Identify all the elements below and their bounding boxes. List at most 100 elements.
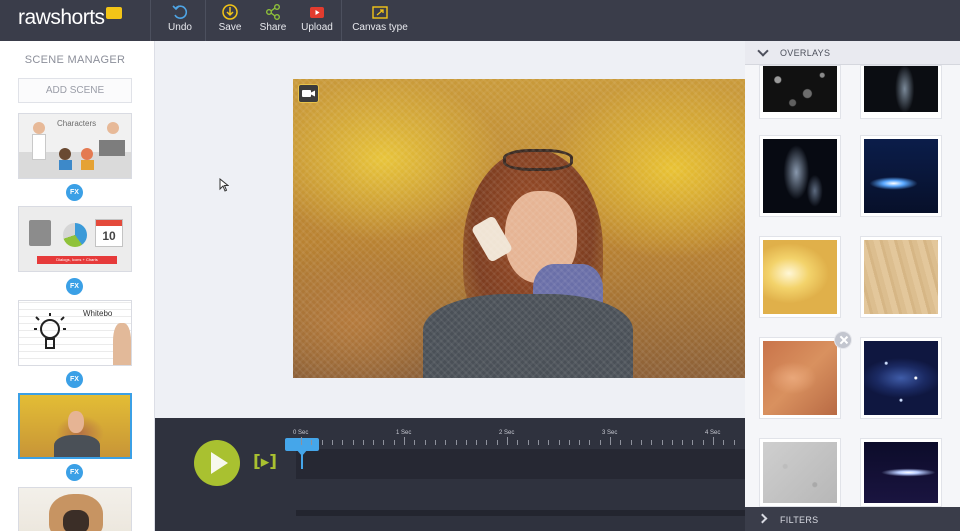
scene-thumbnail-5[interactable] [18,487,132,531]
time-tick [568,440,570,445]
scene-canvas[interactable] [293,79,745,378]
overlay-tile-bokeh-dark[interactable] [759,65,841,119]
overlay-tile-lens-flare-blue[interactable] [860,135,942,217]
time-tick [548,440,550,445]
video-camera-glyph [302,90,315,97]
overlays-title: OVERLAYS [780,48,831,58]
character-head-icon [59,148,71,160]
thumb-face [68,411,84,433]
time-tick [486,440,488,445]
time-tick [630,440,632,445]
toolbar-divider [205,0,206,41]
scene-manager-panel: SCENE MANAGER ADD SCENE Characters FX 10… [0,41,155,531]
video-camera-icon[interactable] [298,84,319,103]
time-tick [352,440,354,445]
scene-thumb-text: Whitebo [83,309,113,318]
time-tick [434,440,436,445]
timeline-scrollbar[interactable] [296,510,745,516]
time-tick [496,440,498,445]
time-tick [692,440,694,445]
time-tick [610,437,611,445]
fx-button[interactable]: FX [66,278,83,295]
youtube-icon [310,7,324,18]
overlay-tile-light-leak-yellow[interactable] [759,236,841,318]
overlay-preview [864,66,938,112]
time-tick [651,440,653,445]
thumb-body [54,435,100,457]
time-label: 2 Sec [499,430,515,436]
document-icon [29,220,51,246]
overlay-preview [763,442,837,503]
time-tick [362,440,364,445]
canvas-type-button[interactable]: Canvas type [350,3,410,39]
fx-button[interactable]: FX [66,371,83,388]
save-button[interactable]: Save [214,3,246,39]
filters-header[interactable]: FILTERS [745,507,960,531]
undo-button[interactable]: Undo [163,3,197,39]
remove-overlay-icon[interactable] [834,331,852,349]
time-tick [373,440,375,445]
time-tick [558,440,560,445]
fx-button[interactable]: FX [66,184,83,201]
chevron-down-icon [757,45,769,57]
top-toolbar: rawshorts Undo Save Share Upload Canvas … [0,0,960,41]
add-scene-button[interactable]: ADD SCENE [18,78,132,103]
timeline-track[interactable] [296,449,745,479]
time-tick [383,440,385,445]
time-tick [445,440,447,445]
scene-manager-title: SCENE MANAGER [24,54,126,66]
overlay-tile-concrete-texture[interactable] [759,438,841,507]
time-tick [661,440,663,445]
undo-label: Undo [168,22,192,33]
time-tick [599,440,601,445]
canvas-area[interactable] [155,41,745,418]
time-tick [311,440,313,445]
time-tick [404,437,405,445]
character-body-icon [81,160,94,170]
save-label: Save [218,22,242,33]
scene-thumbnail-1[interactable]: Characters [18,113,132,179]
overlay-preview [763,240,837,314]
lightbulb-icon [34,313,66,349]
time-tick [393,440,395,445]
overlay-tile-smoke-blue[interactable] [759,135,841,217]
logo-text: rawshorts [18,6,105,29]
play-button[interactable] [194,440,240,486]
share-icon [266,4,280,20]
time-tick [321,440,323,445]
toolbar-divider [150,0,151,41]
overlay-preview [763,139,837,213]
time-tick [476,440,478,445]
time-tick [682,440,684,445]
overlays-header[interactable]: OVERLAYS [745,41,960,65]
scene-thumbnail-4[interactable] [18,393,132,459]
overlay-tile-galaxy-stars[interactable] [860,337,942,419]
time-tick [537,440,539,445]
share-button[interactable]: Share [256,3,290,39]
fx-button[interactable]: FX [66,464,83,481]
scene-thumbnail-2[interactable]: 10 Dialogs, Icons + Charts [18,206,132,272]
calendar-day: 10 [102,229,116,243]
time-tick [465,440,467,445]
overlay-tile-wood-texture[interactable] [860,236,942,318]
time-label: 3 Sec [602,430,618,436]
time-tick [589,440,591,445]
scene-thumbnail-3[interactable]: Whitebo [18,300,132,366]
overlay-tile-rust-texture[interactable] [759,337,841,419]
next-scene-icon[interactable]: [▸] [253,452,277,472]
undo-icon [172,5,188,19]
desk-icon [99,140,125,156]
overlay-tile-smoke-dark[interactable] [860,65,942,119]
character-head-icon [81,148,93,160]
upload-button[interactable]: Upload [298,3,336,39]
rawshorts-logo[interactable]: rawshorts [18,6,122,30]
timeline-panel: [▸] 0 Sec 1 Sec 2 Sec 3 Sec 4 Sec [155,418,745,531]
time-tick [527,440,529,445]
overlay-tile-flare-dark[interactable] [860,438,942,507]
playhead-pointer-icon [296,449,308,456]
character-head-icon [33,122,45,134]
time-tick [713,437,714,445]
time-tick [517,440,519,445]
pie-chart-icon [63,223,87,247]
overlay-preview [763,341,837,415]
